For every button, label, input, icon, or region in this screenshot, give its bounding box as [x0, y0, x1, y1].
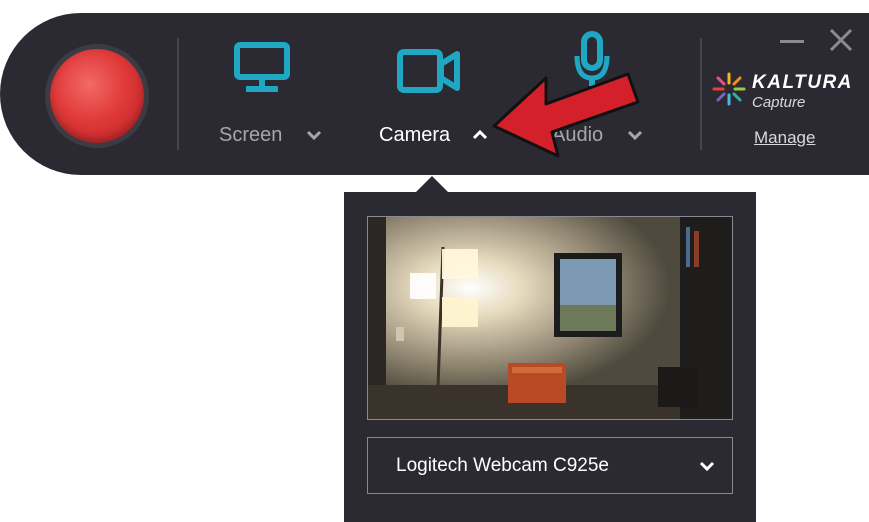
monitor-icon [234, 42, 290, 92]
screen-source-button[interactable]: Screen [215, 0, 335, 175]
brand-name: KALTURA [752, 72, 853, 93]
camera-source-button[interactable]: Camera [375, 0, 505, 175]
popup-pointer [415, 176, 449, 193]
manage-link[interactable]: Manage [754, 128, 815, 148]
webcam-preview-image [368, 217, 732, 419]
camera-preview [367, 216, 733, 420]
chevron-down-icon [699, 461, 715, 472]
camera-label: Camera [379, 124, 451, 146]
toolbar-divider [700, 38, 702, 150]
chevron-up-icon [472, 129, 488, 140]
chevron-down-icon [306, 130, 322, 141]
brand-product: Capture [752, 94, 806, 111]
screen-label: Screen [219, 124, 283, 146]
video-camera-icon [397, 49, 460, 93]
annotation-arrow-icon [492, 72, 640, 158]
minimize-icon[interactable] [780, 40, 804, 43]
close-icon[interactable] [828, 27, 854, 53]
kaltura-logo-icon [712, 72, 746, 106]
camera-device-select[interactable]: Logitech Webcam C925e [367, 437, 733, 494]
record-button[interactable] [50, 49, 144, 143]
camera-device-value: Logitech Webcam C925e [396, 455, 609, 476]
toolbar-divider [177, 38, 179, 150]
